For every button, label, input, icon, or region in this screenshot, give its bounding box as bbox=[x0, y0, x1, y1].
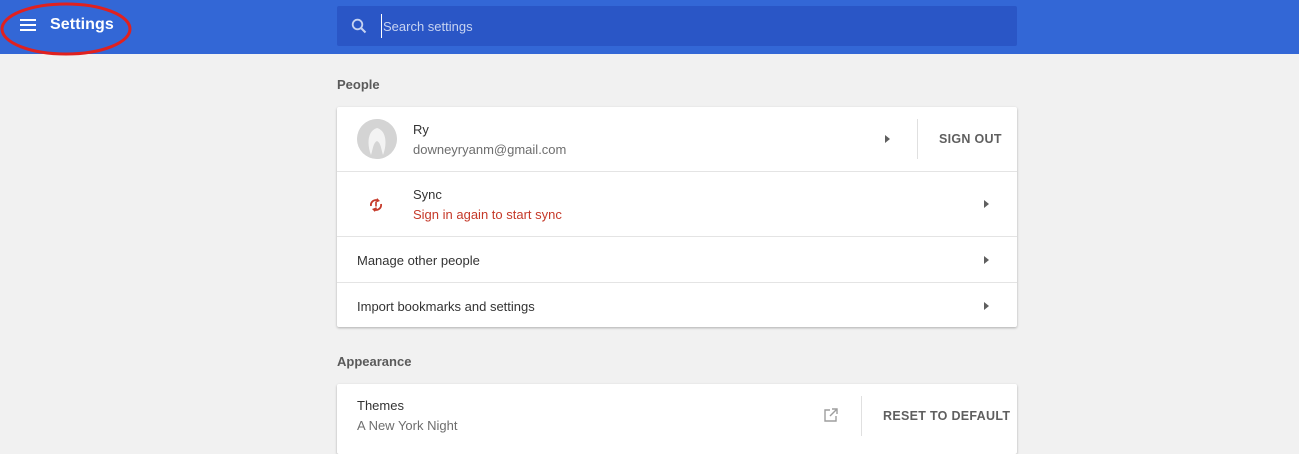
manage-other-people-row[interactable]: Manage other people bbox=[337, 236, 1017, 282]
profile-name: Ry bbox=[413, 122, 429, 137]
sync-row[interactable]: Sync Sign in again to start sync bbox=[337, 171, 1017, 236]
import-bookmarks-label: Import bookmarks and settings bbox=[357, 299, 535, 314]
hamburger-menu-icon[interactable] bbox=[17, 17, 39, 35]
chevron-right-icon bbox=[984, 200, 989, 208]
sync-status: Sign in again to start sync bbox=[413, 207, 562, 222]
manage-other-people-label: Manage other people bbox=[357, 253, 480, 268]
top-toolbar: Settings bbox=[0, 0, 1299, 54]
people-card: Ry downeyryanm@gmail.com SIGN OUT Sync S… bbox=[337, 107, 1017, 327]
search-box[interactable] bbox=[337, 6, 1017, 46]
sync-label: Sync bbox=[413, 187, 442, 202]
appearance-section-title: Appearance bbox=[337, 354, 412, 369]
avatar-icon bbox=[357, 119, 397, 159]
chevron-right-icon bbox=[885, 135, 890, 143]
import-bookmarks-row[interactable]: Import bookmarks and settings bbox=[337, 282, 1017, 327]
themes-value: A New York Night bbox=[357, 418, 458, 433]
divider bbox=[861, 396, 862, 436]
search-icon bbox=[351, 18, 367, 34]
chevron-right-icon bbox=[984, 302, 989, 310]
people-section-title: People bbox=[337, 77, 380, 92]
appearance-card: Themes A New York Night RESET TO DEFAULT bbox=[337, 384, 1017, 454]
search-input[interactable] bbox=[381, 14, 1001, 38]
profile-row[interactable]: Ry downeyryanm@gmail.com SIGN OUT bbox=[337, 107, 1017, 171]
divider bbox=[917, 119, 918, 159]
chevron-right-icon bbox=[984, 256, 989, 264]
sync-error-icon bbox=[370, 198, 382, 212]
reset-to-default-button[interactable]: RESET TO DEFAULT bbox=[883, 409, 1010, 423]
profile-email: downeyryanm@gmail.com bbox=[413, 142, 567, 157]
sign-out-button[interactable]: SIGN OUT bbox=[939, 132, 1002, 146]
page-title: Settings bbox=[50, 16, 114, 33]
themes-row[interactable]: Themes A New York Night RESET TO DEFAULT bbox=[337, 384, 1017, 448]
themes-label: Themes bbox=[357, 398, 404, 413]
open-in-new-icon[interactable] bbox=[823, 407, 839, 423]
